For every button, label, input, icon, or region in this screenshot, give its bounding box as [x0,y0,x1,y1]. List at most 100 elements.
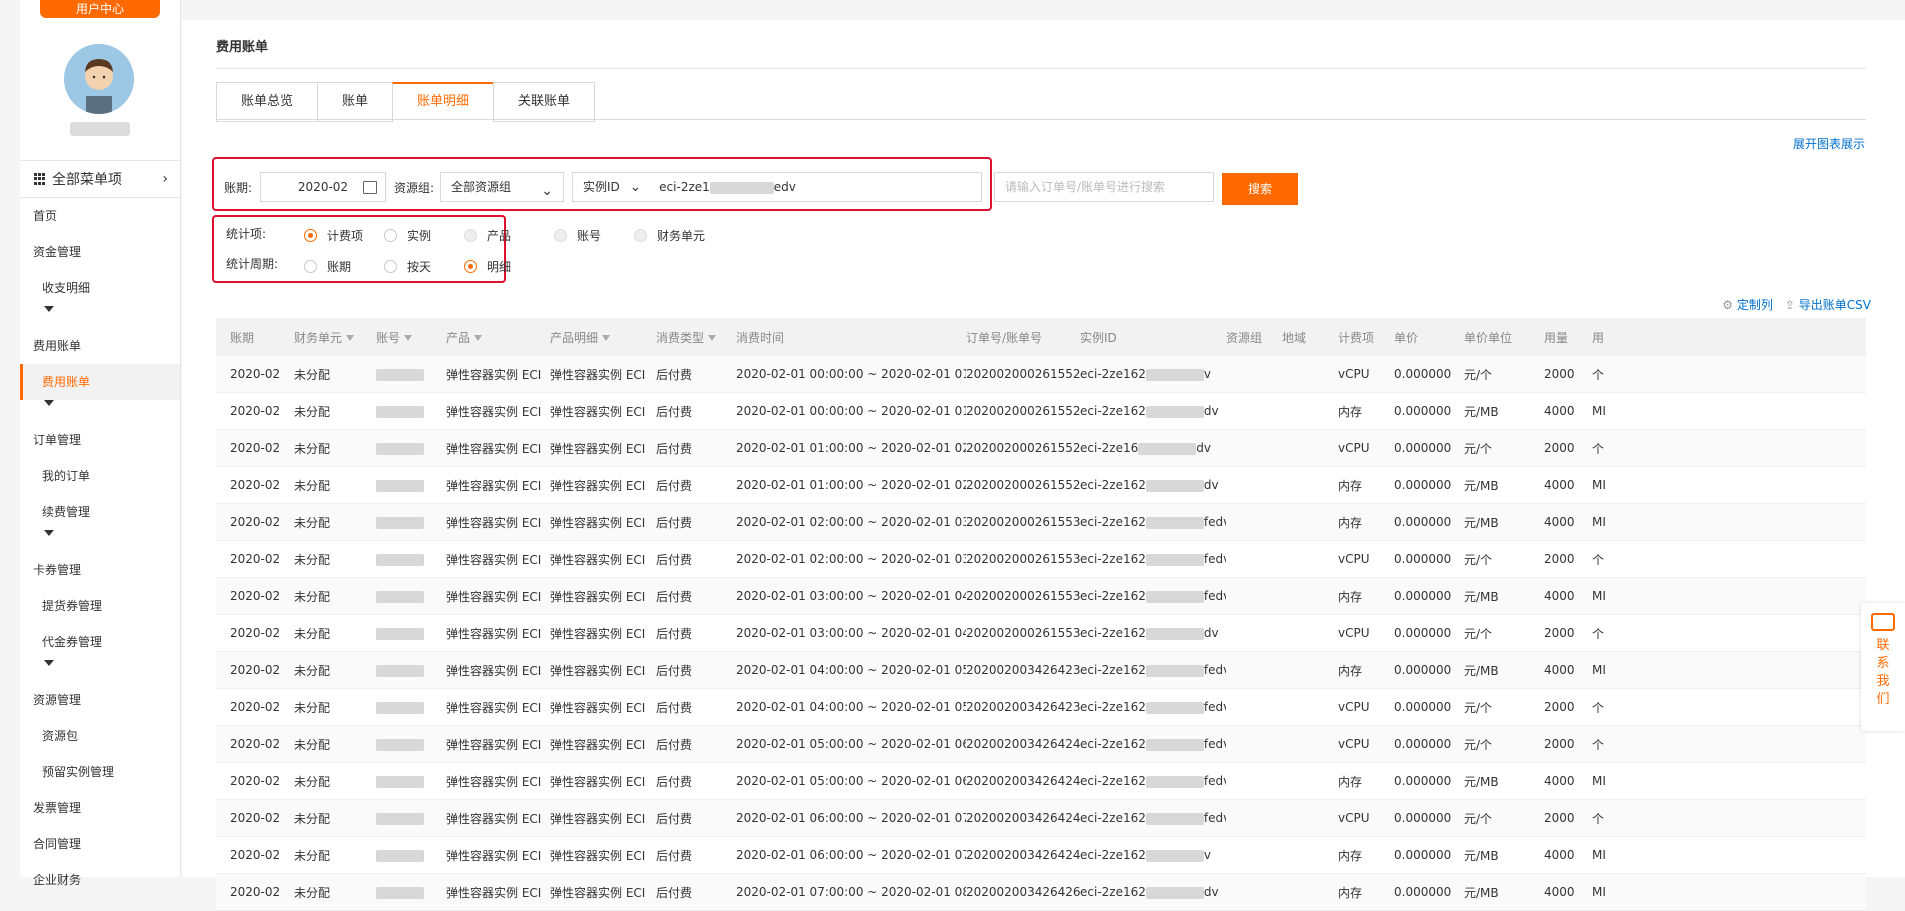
sidebar-item-renewal[interactable]: 续费管理 [20,494,180,530]
radio-label: 按天 [407,260,432,274]
chevron-down-icon: ⌄ [629,179,642,195]
table-row[interactable]: 2020-02 未分配 弹性容器实例 ECI 弹性容器实例 ECI 后付费 2020-02… [216,430,1866,467]
tab-overview[interactable]: 账单总览 [216,82,318,122]
table-cell: 2020020002615533 [966,515,1080,529]
radio-instance[interactable]: 实例 [384,227,431,244]
column-header[interactable]: 账号 [376,329,446,346]
filter-icon[interactable] [404,335,413,341]
table-cell: 弹性容器实例 ECI [446,626,542,641]
instance-id-input[interactable]: 实例ID ⌄ eci-2ze1 edv [572,172,982,202]
radio-product[interactable]: 产品 [464,227,511,244]
instance-type-select[interactable]: 实例ID [583,180,620,194]
table-row[interactable]: 2020-02 未分配 弹性容器实例 ECI 弹性容器实例 ECI 后付费 2020-02… [216,726,1866,763]
column-header[interactable]: 用量 [1544,329,1592,346]
table-row[interactable]: 2020-02 未分配 弹性容器实例 ECI 弹性容器实例 ECI 后付费 2020-02… [216,763,1866,800]
column-header[interactable]: 订单号/账单号 [966,329,1080,346]
sidebar-item-vouchers[interactable]: 提货券管理 [20,588,180,624]
period-date-input[interactable]: 2020-02 [260,172,386,202]
search-button[interactable]: 搜索 [1222,173,1298,205]
export-csv-button[interactable]: ⇪ 导出账单CSV [1785,296,1871,313]
column-header[interactable]: 财务单元 [294,329,376,346]
sidebar-item-billing[interactable]: 费用账单 [20,328,180,364]
table-row[interactable]: 2020-02 未分配 弹性容器实例 ECI 弹性容器实例 ECI 后付费 2020-02… [216,541,1866,578]
column-header[interactable]: 用 [1592,329,1622,346]
table-cell: eci-2ze162 fedv [1080,737,1226,751]
table-cell: MI [1592,885,1606,899]
radio-billing-item[interactable]: 计费项 [304,227,363,244]
sidebar-item-coupons[interactable]: 卡券管理 [20,552,180,588]
instance-prefix: eci-2ze162 [1080,737,1146,751]
table-row[interactable]: 2020-02 未分配 弹性容器实例 ECI 弹性容器实例 ECI 后付费 2020-02… [216,356,1866,393]
column-header[interactable]: 产品明细 [550,329,656,346]
table-cell: MI [1592,663,1606,677]
instance-mask [1145,627,1204,640]
table-row[interactable]: 2020-02 未分配 弹性容器实例 ECI 弹性容器实例 ECI 后付费 2020-02… [216,800,1866,837]
table-row[interactable]: 2020-02 未分配 弹性容器实例 ECI 弹性容器实例 ECI 后付费 2020-02… [216,837,1866,874]
expand-chart-link[interactable]: 展开图表展示 [1793,135,1865,152]
table-row[interactable]: 2020-02 未分配 弹性容器实例 ECI 弹性容器实例 ECI 后付费 2020-02… [216,504,1866,541]
sidebar-item-my-orders[interactable]: 我的订单 [20,458,180,494]
caret-down-icon[interactable] [44,400,54,414]
table-row[interactable]: 2020-02 未分配 弹性容器实例 ECI 弹性容器实例 ECI 后付费 2020-02… [216,467,1866,504]
contact-us-widget[interactable]: 联 系 我 们 [1861,603,1905,731]
sidebar-item-income-expense[interactable]: 收支明细 [20,270,180,306]
sidebar-item-enterprise-finance[interactable]: 企业财务 [20,862,180,898]
radio-period-bill[interactable]: 账期 [304,258,351,275]
column-header[interactable]: 消费类型 [656,329,736,346]
caret-down-icon[interactable] [44,306,54,320]
table-cell: 弹性容器实例 ECI [550,700,646,715]
filter-icon[interactable] [474,335,483,341]
table-cell: 0.000000 [1394,404,1452,418]
column-header[interactable]: 产品 [446,329,550,346]
sidebar-item-home[interactable]: 首页 [20,198,180,234]
tab-linked-bills[interactable]: 关联账单 [493,82,596,122]
radio-period-day[interactable]: 按天 [384,258,431,275]
sidebar-item-resources[interactable]: 资源管理 [20,682,180,718]
user-center-banner[interactable]: 用户中心 [40,0,160,18]
table-row[interactable]: 2020-02 未分配 弹性容器实例 ECI 弹性容器实例 ECI 后付费 2020-02… [216,578,1866,615]
table-cell: 未分配 [294,885,331,900]
table-cell: 2020020034264233 [966,700,1080,714]
sidebar-item-reserved-instances[interactable]: 预留实例管理 [20,754,180,790]
radio-account[interactable]: 账号 [554,227,601,244]
filter-icon[interactable] [708,335,717,341]
column-header[interactable]: 资源组 [1226,329,1282,346]
sidebar-item-resource-packs[interactable]: 资源包 [20,718,180,754]
sidebar-item-funds[interactable]: 资金管理 [20,234,180,270]
table-cell: 后付费 [656,663,693,678]
column-header[interactable]: 账期 [216,329,294,346]
table-row[interactable]: 2020-02 未分配 弹性容器实例 ECI 弹性容器实例 ECI 后付费 2020-02… [216,689,1866,726]
radio-finance-unit[interactable]: 财务单元 [634,227,705,244]
avatar[interactable] [64,44,134,114]
column-header[interactable]: 单价 [1394,329,1464,346]
table-cell: 0.000000 [1394,848,1452,862]
column-header[interactable]: 实例ID [1080,329,1226,346]
sidebar-item-billing-sub[interactable]: 费用账单 [20,364,180,400]
caret-down-icon[interactable] [44,660,54,674]
order-search-input[interactable]: 请输入订单号/账单号进行搜索 [994,172,1214,202]
column-header[interactable]: 单价单位 [1464,329,1544,346]
resource-group-select[interactable]: 全部资源组 ⌄ [440,172,564,202]
radio-disabled-icon [464,229,477,242]
column-header[interactable]: 消费时间 [736,329,966,346]
sidebar-item-orders[interactable]: 订单管理 [20,422,180,458]
sidebar-item-invoices[interactable]: 发票管理 [20,790,180,826]
column-header[interactable]: 地域 [1282,329,1338,346]
sidebar-item-contracts[interactable]: 合同管理 [20,826,180,862]
caret-down-icon[interactable] [44,530,54,544]
table-cell: 内存 [1338,515,1363,530]
table-row[interactable]: 2020-02 未分配 弹性容器实例 ECI 弹性容器实例 ECI 后付费 2020-02… [216,615,1866,652]
table-row[interactable]: 2020-02 未分配 弹性容器实例 ECI 弹性容器实例 ECI 后付费 2020-02… [216,652,1866,689]
all-menu-button[interactable]: 全部菜单项 › [20,160,180,198]
table-row[interactable]: 2020-02 未分配 弹性容器实例 ECI 弹性容器实例 ECI 后付费 2020-02… [216,874,1866,911]
sidebar-item-cash-coupons[interactable]: 代金券管理 [20,624,180,660]
tab-bill-details[interactable]: 账单明细 [392,82,494,123]
table-row[interactable]: 2020-02 未分配 弹性容器实例 ECI 弹性容器实例 ECI 后付费 2020-02… [216,393,1866,430]
account-mask [376,775,424,788]
radio-period-detail[interactable]: 明细 [464,258,511,275]
filter-icon[interactable] [602,335,611,341]
column-header[interactable]: 计费项 [1338,329,1394,346]
filter-icon[interactable] [346,335,355,341]
tab-bill[interactable]: 账单 [317,82,393,122]
custom-columns-button[interactable]: ⚙ 定制列 [1722,296,1773,313]
